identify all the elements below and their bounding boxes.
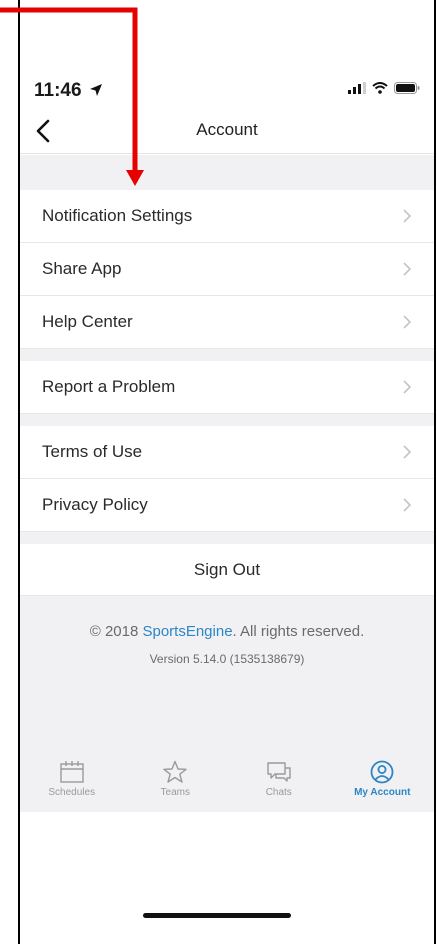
copyright-prefix: © 2018 (89, 623, 143, 640)
row-report-a-problem[interactable]: Report a Problem (20, 361, 434, 414)
calendar-icon (60, 761, 84, 783)
settings-list: Notification Settings Share App Help Cen… (20, 155, 434, 771)
battery-icon (394, 82, 420, 94)
section-spacer (20, 349, 434, 361)
tab-chats[interactable]: Chats (227, 754, 331, 812)
footer: © 2018 SportsEngine. All rights reserved… (20, 596, 434, 771)
row-label: Share App (42, 259, 122, 278)
location-arrow-icon (89, 84, 102, 96)
section-spacer (20, 414, 434, 426)
row-notification-settings[interactable]: Notification Settings (20, 190, 434, 243)
status-time: 11:46 (34, 80, 103, 102)
chevron-right-icon (403, 445, 412, 459)
navigation-bar: Account (20, 108, 434, 154)
tab-label: My Account (354, 787, 411, 798)
phone-screen: 11:46 Account Notification Settings Shar… (20, 0, 434, 944)
version-text: Version 5.14.0 (1535138679) (149, 652, 305, 666)
row-label: Help Center (42, 312, 133, 331)
home-indicator-area (20, 812, 434, 944)
status-icons (348, 82, 420, 94)
sign-out-label: Sign Out (193, 559, 261, 579)
sportsengine-link[interactable]: SportsEngine (142, 623, 232, 640)
page-title: Account (196, 120, 258, 139)
tab-teams[interactable]: Teams (124, 754, 228, 812)
row-share-app[interactable]: Share App (20, 243, 434, 296)
tab-label: Schedules (48, 787, 96, 798)
frame-border-right (434, 0, 436, 944)
chevron-right-icon (403, 262, 412, 276)
star-icon (163, 760, 187, 783)
tab-label: Teams (160, 787, 190, 798)
status-time-text: 11:46 (34, 80, 82, 101)
copyright-suffix: . All rights reserved. (232, 623, 365, 640)
row-help-center[interactable]: Help Center (20, 296, 434, 349)
section-spacer (20, 532, 434, 544)
tab-schedules[interactable]: Schedules (20, 754, 124, 812)
row-terms-of-use[interactable]: Terms of Use (20, 426, 434, 479)
chat-icon (267, 762, 291, 782)
tab-bar: Schedules Teams Chats My Account (20, 754, 434, 812)
wifi-icon (372, 82, 388, 94)
tab-my-account[interactable]: My Account (331, 754, 435, 812)
row-privacy-policy[interactable]: Privacy Policy (20, 479, 434, 532)
chevron-right-icon (403, 315, 412, 329)
account-icon (370, 760, 394, 784)
tab-label: Chats (265, 787, 292, 798)
section-spacer (20, 155, 434, 190)
status-bar: 11:46 (20, 76, 434, 108)
chevron-right-icon (403, 498, 412, 512)
row-label: Report a Problem (42, 377, 176, 396)
sign-out-button[interactable]: Sign Out (20, 544, 434, 596)
home-indicator (143, 913, 291, 918)
row-label: Notification Settings (42, 206, 193, 225)
row-label: Terms of Use (42, 442, 143, 461)
chevron-right-icon (403, 209, 412, 223)
row-label: Privacy Policy (42, 495, 148, 514)
chevron-right-icon (403, 380, 412, 394)
copyright-text: © 2018 SportsEngine. All rights reserved… (20, 623, 434, 640)
cellular-signal-icon (348, 82, 366, 94)
